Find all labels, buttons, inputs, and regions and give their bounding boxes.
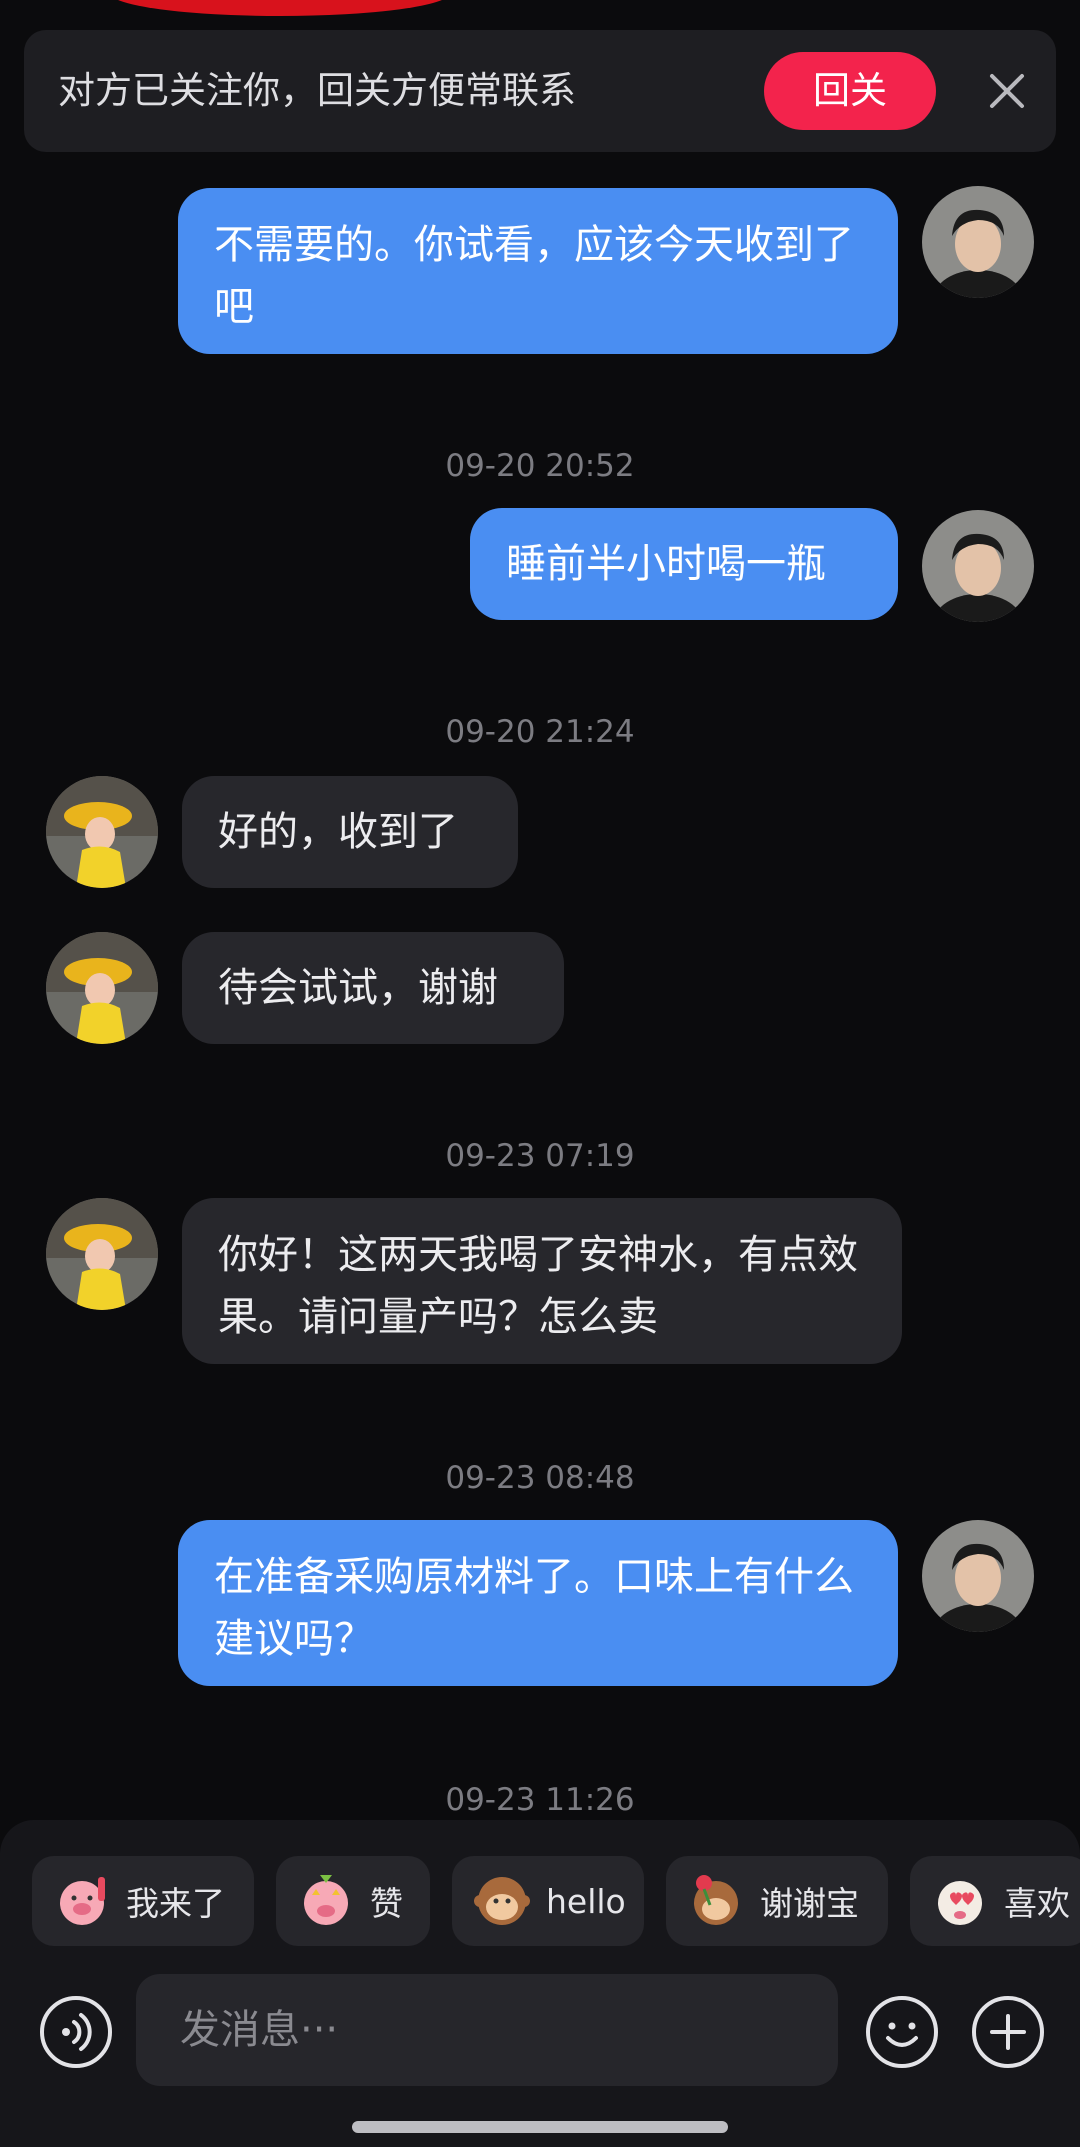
input-panel: 我来了 赞 hello 谢谢宝 喜欢 发消息···: [0, 1820, 1080, 2147]
close-icon[interactable]: [984, 68, 1030, 114]
quick-reply-label: hello: [546, 1881, 626, 1921]
banner-text: 对方已关注你，回关方便常联系: [58, 69, 576, 112]
heart-face-emoji-icon: [938, 1881, 982, 1925]
timestamp: 09-23 11:26: [445, 1782, 635, 1818]
my-avatar[interactable]: [922, 186, 1034, 298]
chat-screen: 对方已关注你，回关方便常联系 回关 不需要的。你试看，应该今天收到了吧 09-2…: [0, 0, 1080, 2147]
follow-back-banner: 对方已关注你，回关方便常联系 回关: [24, 30, 1056, 152]
message-bubble-me[interactable]: 在准备采购原材料了。口味上有什么建议吗？: [178, 1520, 898, 1686]
message-text: 不需要的。你试看，应该今天收到了吧: [214, 222, 854, 330]
message-text: 待会试试，谢谢: [218, 965, 498, 1011]
quick-reply-chip[interactable]: 谢谢宝: [666, 1856, 888, 1946]
message-bubble-contact[interactable]: 待会试试，谢谢: [182, 932, 564, 1044]
quick-reply-chip[interactable]: 我来了: [32, 1856, 254, 1946]
message-text: 你好！这两天我喝了安神水，有点效果。请问量产吗？怎么卖: [218, 1232, 858, 1340]
quick-reply-label: 喜欢: [1004, 1884, 1070, 1923]
monkey-hello-emoji-icon: [474, 1877, 530, 1925]
my-avatar[interactable]: [922, 1520, 1034, 1632]
timestamp: 09-20 21:24: [445, 714, 635, 750]
quick-reply-label: 赞: [370, 1884, 403, 1923]
message-text: 在准备采购原材料了。口味上有什么建议吗？: [214, 1554, 854, 1662]
top-decoration: [110, 0, 450, 16]
message-text: 好的，收到了: [218, 809, 458, 855]
quick-reply-chip[interactable]: 喜欢: [910, 1856, 1080, 1946]
quick-reply-label: 谢谢宝: [760, 1884, 859, 1923]
follow-back-button[interactable]: 回关: [764, 52, 936, 130]
message-bubble-contact[interactable]: 你好！这两天我喝了安神水，有点效果。请问量产吗？怎么卖: [182, 1198, 902, 1364]
message-bubble-me[interactable]: 睡前半小时喝一瓶: [470, 508, 898, 620]
emoji-icon[interactable]: [866, 1996, 938, 2068]
home-indicator[interactable]: [352, 2121, 728, 2133]
message-text: 睡前半小时喝一瓶: [506, 541, 826, 587]
quick-reply-chip[interactable]: 赞: [276, 1856, 430, 1946]
contact-avatar[interactable]: [46, 776, 158, 888]
message-bubble-contact[interactable]: 好的，收到了: [182, 776, 518, 888]
my-avatar[interactable]: [922, 510, 1034, 622]
pig-thumbs-up-emoji-icon: [304, 1875, 348, 1925]
contact-avatar[interactable]: [46, 932, 158, 1044]
timestamp: 09-23 08:48: [445, 1460, 635, 1496]
timestamp: 09-23 07:19: [445, 1138, 635, 1174]
voice-icon[interactable]: [40, 1996, 112, 2068]
quick-reply-label: 我来了: [126, 1884, 225, 1923]
timestamp: 09-20 20:52: [445, 448, 635, 484]
plus-icon[interactable]: [972, 1996, 1044, 2068]
message-input[interactable]: [136, 1974, 838, 2086]
pig-waving-emoji-icon: [60, 1877, 105, 1925]
quick-reply-chip[interactable]: hello: [452, 1856, 644, 1946]
contact-avatar[interactable]: [46, 1198, 158, 1310]
message-bubble-me[interactable]: 不需要的。你试看，应该今天收到了吧: [178, 188, 898, 354]
monkey-rose-emoji-icon: [694, 1875, 738, 1925]
